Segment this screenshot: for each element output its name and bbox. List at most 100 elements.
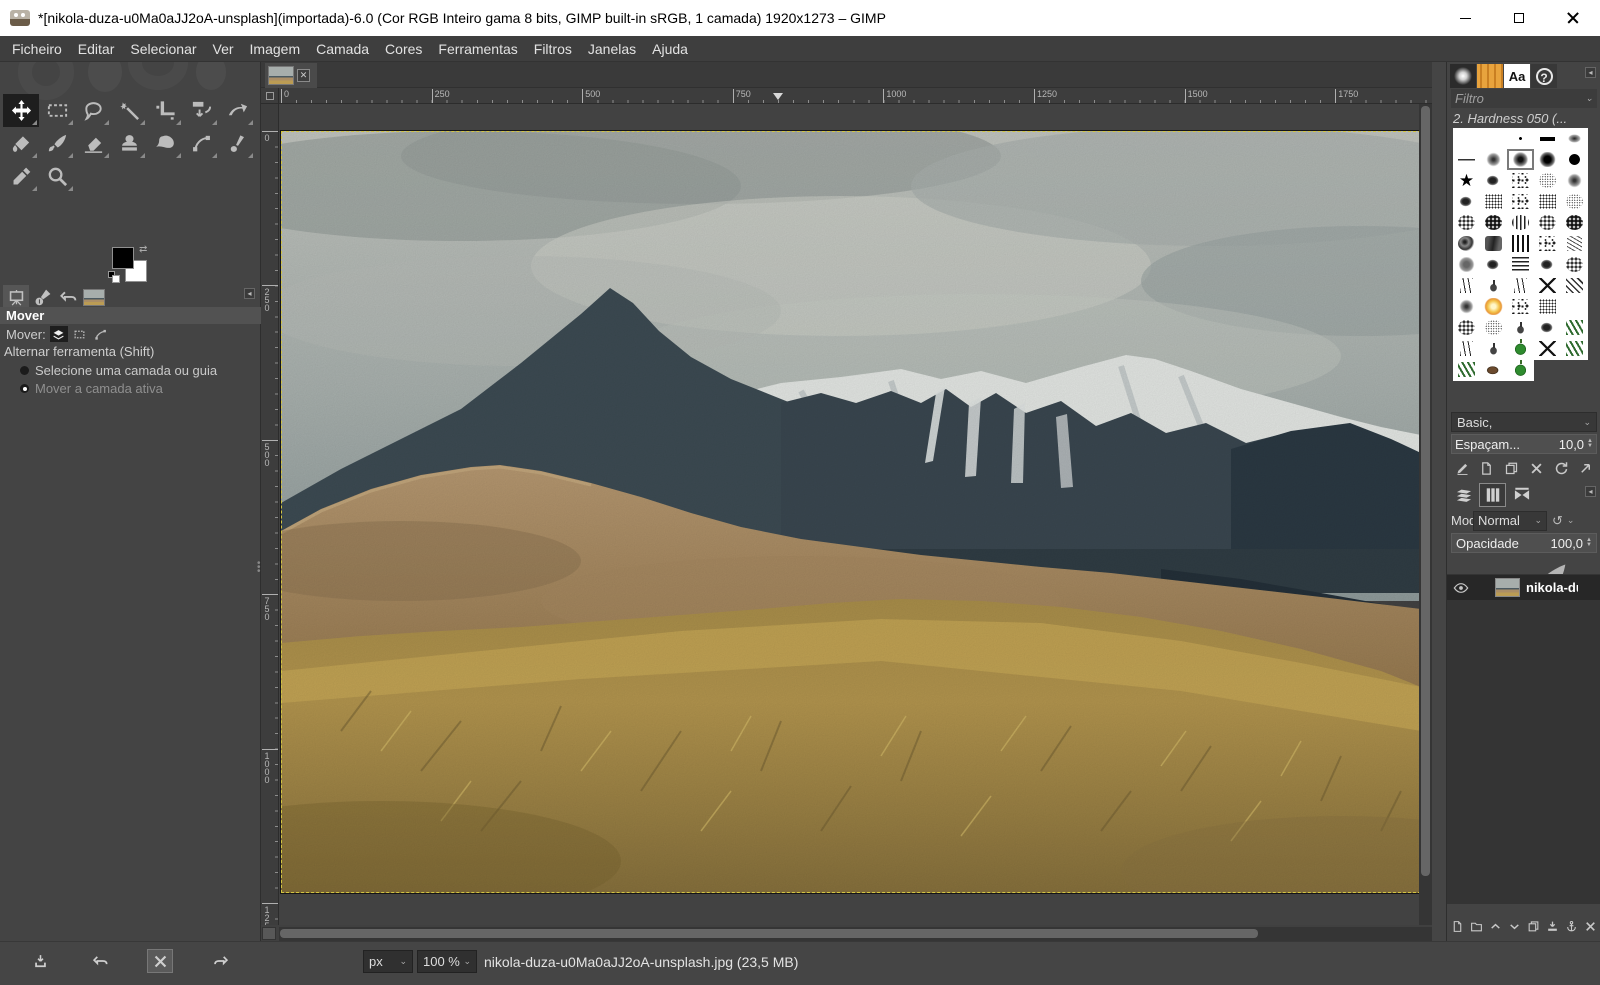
image-tab[interactable]: ✕ [265, 63, 317, 88]
move-layer-option[interactable] [50, 326, 68, 342]
panel-menu-icon[interactable]: ◂ [1585, 486, 1596, 497]
move-path-option[interactable] [92, 326, 110, 342]
color-picker-tool[interactable] [3, 160, 39, 193]
anchor-layer-button[interactable] [1563, 917, 1580, 935]
smudge-tool[interactable] [147, 127, 183, 160]
brush-swatch[interactable] [1480, 275, 1507, 296]
brush-swatch[interactable] [1507, 296, 1534, 317]
vertical-scrollbar[interactable] [1419, 104, 1432, 925]
brush-swatch[interactable] [1507, 128, 1534, 149]
merge-layer-button[interactable] [1544, 917, 1561, 935]
brush-swatch[interactable] [1453, 149, 1480, 170]
maximize-button[interactable] [1492, 0, 1546, 36]
duplicate-brush-button[interactable] [1501, 458, 1523, 478]
minimize-button[interactable] [1438, 0, 1492, 36]
paths-tab[interactable] [1508, 483, 1535, 507]
brush-swatch[interactable] [1480, 359, 1507, 380]
brush-swatch[interactable] [1480, 338, 1507, 359]
visibility-eye-icon[interactable] [1453, 580, 1469, 596]
brush-swatch[interactable] [1507, 317, 1534, 338]
spinner-arrows-icon[interactable]: ▲▼ [1586, 538, 1592, 548]
horizontal-scrollbar-thumb[interactable] [280, 929, 1258, 938]
brush-swatch[interactable] [1534, 212, 1561, 233]
brush-swatch[interactable] [1480, 149, 1507, 170]
tool-options-tab[interactable] [3, 285, 29, 309]
menu-ficheiro[interactable]: Ficheiro [4, 38, 70, 60]
brush-swatch[interactable] [1480, 128, 1507, 149]
brush-swatch[interactable]: ★ [1453, 170, 1480, 191]
brush-swatch[interactable] [1480, 296, 1507, 317]
brush-swatch[interactable] [1507, 233, 1534, 254]
images-tab[interactable] [81, 285, 107, 309]
menu-ferramentas[interactable]: Ferramentas [430, 38, 525, 60]
ink-tool[interactable] [219, 127, 255, 160]
brush-swatch[interactable] [1453, 338, 1480, 359]
brush-filter-dropdown[interactable]: Filtro ⌄ [1451, 89, 1597, 108]
brush-swatch[interactable] [1561, 170, 1588, 191]
brush-swatch[interactable] [1561, 233, 1588, 254]
close-button[interactable] [1546, 0, 1600, 36]
brush-swatch[interactable] [1480, 170, 1507, 191]
brush-swatch[interactable] [1453, 233, 1480, 254]
free-select-tool[interactable] [75, 94, 111, 127]
brush-swatch[interactable] [1480, 233, 1507, 254]
brush-swatch[interactable] [1534, 170, 1561, 191]
scrollbar-corner-button[interactable] [262, 927, 276, 940]
move-tool[interactable] [3, 94, 39, 127]
brush-swatch[interactable] [1453, 296, 1480, 317]
restore-tool-preset-button[interactable] [87, 949, 113, 973]
lower-layer-button[interactable] [1506, 917, 1523, 935]
brush-swatch[interactable] [1534, 191, 1561, 212]
delete-layer-button[interactable] [1582, 917, 1599, 935]
brush-swatch[interactable] [1534, 233, 1561, 254]
brushes-tab[interactable] [1450, 64, 1476, 88]
crop-tool[interactable] [147, 94, 183, 127]
spinner-arrows-icon[interactable]: ▲▼ [1587, 439, 1593, 449]
patterns-tab[interactable] [1477, 64, 1503, 88]
horizontal-ruler[interactable]: 02505007501000125015001750 [279, 88, 1432, 104]
device-status-tab[interactable]: i [29, 285, 55, 309]
new-layer-button[interactable] [1449, 917, 1466, 935]
photo-layer[interactable] [281, 131, 1421, 893]
brush-swatch[interactable] [1507, 170, 1534, 191]
raise-layer-button[interactable] [1487, 917, 1504, 935]
refresh-brushes-button[interactable] [1550, 458, 1572, 478]
foreground-color-swatch[interactable] [112, 247, 134, 269]
brush-swatch[interactable] [1480, 212, 1507, 233]
brush-swatch[interactable] [1453, 254, 1480, 275]
brush-swatch[interactable] [1534, 275, 1561, 296]
menu-cores[interactable]: Cores [377, 38, 430, 60]
brush-swatch[interactable] [1453, 128, 1480, 149]
brush-spacing-field[interactable]: Espaçam... 10,0 ▲▼ [1451, 434, 1597, 454]
panel-menu-icon[interactable]: ◂ [1585, 67, 1596, 78]
brush-swatch[interactable] [1534, 317, 1561, 338]
unified-transform-tool[interactable] [183, 94, 219, 127]
brush-swatch[interactable] [1561, 296, 1588, 317]
delete-brush-button[interactable] [1525, 458, 1547, 478]
brush-swatch[interactable] [1453, 275, 1480, 296]
brush-swatch[interactable] [1534, 149, 1561, 170]
channels-tab[interactable] [1479, 483, 1506, 507]
clone-tool[interactable] [111, 127, 147, 160]
brush-swatch[interactable] [1534, 296, 1561, 317]
unit-dropdown[interactable]: px ⌄ [363, 950, 413, 973]
brush-swatch[interactable] [1453, 191, 1480, 212]
brush-swatch[interactable] [1507, 191, 1534, 212]
zoom-dropdown[interactable]: 100 % ⌄ [417, 950, 477, 973]
brush-swatch[interactable] [1561, 275, 1588, 296]
swap-colors-icon[interactable]: ⇄ [139, 244, 147, 255]
open-brush-as-image-button[interactable] [1575, 458, 1597, 478]
default-colors-icon[interactable] [108, 271, 115, 278]
fonts-tab[interactable]: Aa [1504, 64, 1530, 88]
duplicate-layer-button[interactable] [1525, 917, 1542, 935]
mode-switch-icon[interactable]: ↺ [1552, 513, 1563, 529]
fuzzy-select-tool[interactable] [111, 94, 147, 127]
menu-editar[interactable]: Editar [70, 38, 123, 60]
reset-tool-options-button[interactable] [207, 949, 233, 973]
menu-ajuda[interactable]: Ajuda [644, 38, 696, 60]
menu-ver[interactable]: Ver [205, 38, 242, 60]
eraser-tool[interactable] [75, 127, 111, 160]
brush-swatch[interactable] [1534, 254, 1561, 275]
vertical-ruler[interactable]: 025050075010001250 [261, 104, 279, 925]
save-tool-preset-button[interactable] [27, 949, 53, 973]
